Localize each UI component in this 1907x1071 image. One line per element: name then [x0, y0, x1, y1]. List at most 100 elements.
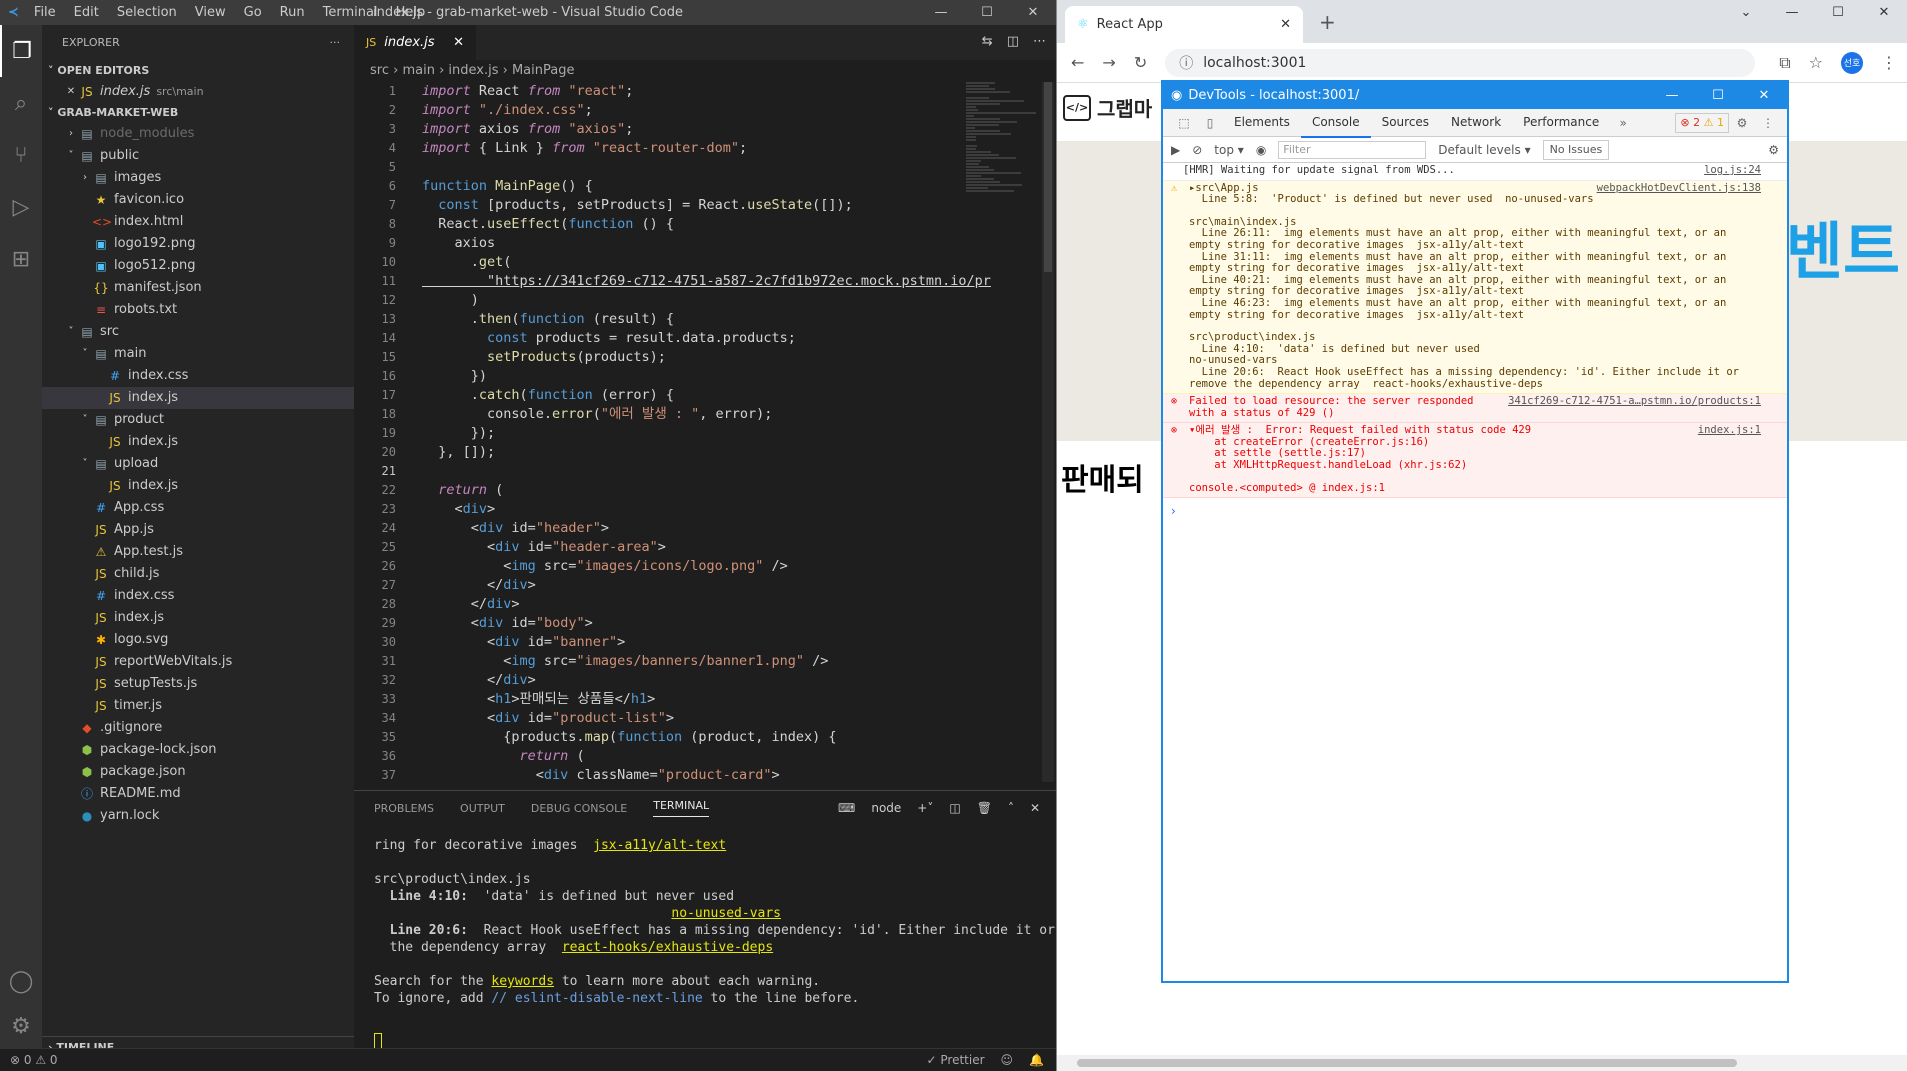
folder-item[interactable]: ˅ ▤ public	[42, 145, 354, 167]
code-line[interactable]: 10 .get(	[354, 253, 1054, 272]
maximize-button[interactable]: ☐	[1695, 88, 1741, 103]
rule-link[interactable]: react-hooks/exhaustive-deps	[562, 940, 773, 955]
file-item[interactable]: ● yarn.lock	[42, 805, 354, 827]
code-line[interactable]: 20 }, []);	[354, 443, 1054, 462]
folder-item[interactable]: ˅ ▤ product	[42, 409, 354, 431]
inspect-icon[interactable]: ⬚	[1171, 116, 1197, 130]
problems-count[interactable]: ⊗ 0 ⚠ 0	[10, 1053, 58, 1067]
maximize-button[interactable]: ☐	[1815, 0, 1861, 26]
run-debug-icon[interactable]: ▷	[0, 181, 42, 233]
message-source-link[interactable]: log.js:24	[1704, 164, 1761, 177]
code-line[interactable]: 26 <img src="images/icons/logo.png" />	[354, 557, 1054, 576]
code-line[interactable]: 5	[354, 158, 1054, 177]
tab-terminal[interactable]: TERMINAL	[653, 799, 710, 817]
code-line[interactable]: 29 <div id="body">	[354, 614, 1054, 633]
console-prompt[interactable]: ›	[1163, 498, 1787, 524]
file-item[interactable]: JS App.js	[42, 519, 354, 541]
eye-icon[interactable]: ◉	[1256, 143, 1266, 157]
gear-icon[interactable]: ⚙	[1729, 116, 1755, 130]
file-item[interactable]: ≡ robots.txt	[42, 299, 354, 321]
message-source-link[interactable]: index.js:1	[1698, 425, 1761, 437]
file-item[interactable]: JS index.js	[42, 607, 354, 629]
devtools-tab-network[interactable]: Network	[1440, 108, 1512, 138]
code-line[interactable]: 2 import "./index.css";	[354, 101, 1054, 120]
code-line[interactable]: 21	[354, 462, 1054, 481]
console-settings-icon[interactable]: ⚙	[1768, 143, 1779, 157]
devtools-tab-elements[interactable]: Elements	[1223, 108, 1301, 138]
shell-name[interactable]: node	[871, 801, 901, 815]
menu-icon[interactable]: ⋮	[1881, 53, 1897, 72]
breadcrumb-item[interactable]: index.js	[448, 63, 498, 78]
extensions-icon[interactable]: ⊞	[0, 233, 42, 285]
breadcrumb-item[interactable]: src	[370, 63, 389, 78]
open-editors-section[interactable]: ˅ OPEN EDITORS	[42, 61, 354, 81]
clear-console-icon[interactable]: ⊘	[1192, 143, 1202, 157]
terminal-output[interactable]: ring for decorative images jsx-a11y/alt-…	[354, 825, 1110, 1007]
menu-file[interactable]: File	[34, 5, 56, 20]
close-button[interactable]: ✕	[1010, 0, 1056, 25]
code-line[interactable]: 34 <div id="product-list">	[354, 709, 1054, 728]
more-icon[interactable]: ⋮	[1755, 116, 1781, 130]
file-item[interactable]: ✱ logo.svg	[42, 629, 354, 651]
code-line[interactable]: 11 "https://341cf269-c712-4751-a587-2c7f…	[354, 272, 1054, 291]
tab-index-js[interactable]: JS index.js ✕	[354, 25, 476, 60]
code-line[interactable]: 25 <div id="header-area">	[354, 538, 1054, 557]
code-line[interactable]: 9 axios	[354, 234, 1054, 253]
bell-icon[interactable]: 🔔	[1029, 1053, 1044, 1067]
context-select[interactable]: top ▾	[1214, 143, 1244, 157]
code-line[interactable]: 1 import React from "react";	[354, 82, 1054, 101]
code-line[interactable]: 36 return (	[354, 747, 1054, 766]
bookmark-star-icon[interactable]: ☆	[1809, 53, 1823, 72]
file-item[interactable]: {} manifest.json	[42, 277, 354, 299]
close-button[interactable]: ✕	[1741, 88, 1787, 103]
tab-search-icon[interactable]: ⌄	[1723, 0, 1769, 26]
code-line[interactable]: 6 function MainPage() {	[354, 177, 1054, 196]
file-item[interactable]: JS index.js	[42, 475, 354, 497]
file-item[interactable]: JS setupTests.js	[42, 673, 354, 695]
close-icon[interactable]: ✕	[1280, 17, 1291, 32]
search-icon[interactable]: ⌕	[0, 77, 42, 129]
scrollbar-thumb[interactable]	[1077, 1059, 1737, 1067]
code-line[interactable]: 18 console.error("에러 발생 : ", error);	[354, 405, 1054, 424]
file-item[interactable]: <> index.html	[42, 211, 354, 233]
devtools-tab-console[interactable]: Console	[1300, 108, 1371, 138]
sidebar-toggle-icon[interactable]: ▶	[1171, 143, 1180, 157]
split-terminal-icon[interactable]: ◫	[949, 801, 960, 815]
menu-edit[interactable]: Edit	[74, 5, 99, 20]
file-item[interactable]: # App.css	[42, 497, 354, 519]
tab-output[interactable]: OUTPUT	[460, 802, 505, 815]
menu-help[interactable]: Help	[396, 5, 426, 20]
menu-selection[interactable]: Selection	[117, 5, 177, 20]
new-terminal-icon[interactable]: +˅	[917, 801, 933, 815]
console-output[interactable]: log.js:24 [HMR] Waiting for update signal…	[1163, 163, 1787, 499]
tab-debug-console[interactable]: DEBUG CONSOLE	[531, 802, 627, 815]
rule-link[interactable]: jsx-a11y/alt-text	[593, 838, 726, 853]
address-bar[interactable]: ⓘ localhost:3001	[1165, 48, 1756, 77]
devtools-tab-performance[interactable]: Performance	[1512, 108, 1610, 138]
levels-select[interactable]: Default levels ▾	[1438, 143, 1530, 157]
folder-item[interactable]: ˅ ▤ upload	[42, 453, 354, 475]
file-item[interactable]: ⚠ App.test.js	[42, 541, 354, 563]
devtools-tab-sources[interactable]: Sources	[1371, 108, 1440, 138]
code-line[interactable]: 13 .then(function (result) {	[354, 310, 1054, 329]
issues-button[interactable]: No Issues	[1542, 139, 1610, 160]
code-line[interactable]: 8 React.useEffect(function () {	[354, 215, 1054, 234]
site-logo[interactable]: </> 그랩마	[1063, 93, 1152, 122]
menu-terminal[interactable]: Terminal	[323, 5, 378, 20]
code-line[interactable]: 27 </div>	[354, 576, 1054, 595]
file-item[interactable]: ⓘ README.md	[42, 783, 354, 805]
code-line[interactable]: 15 setProducts(products);	[354, 348, 1054, 367]
code-line[interactable]: 24 <div id="header">	[354, 519, 1054, 538]
new-tab-button[interactable]: +	[1319, 10, 1336, 34]
message-source-link[interactable]: 341cf269-c712-4751-a…pstmn.io/products:1	[1508, 395, 1761, 408]
file-item[interactable]: JS index.js	[42, 431, 354, 453]
back-icon[interactable]: ←	[1071, 53, 1084, 72]
console-message-err[interactable]: ⊗ 341cf269-c712-4751-a…pstmn.io/products:…	[1163, 394, 1787, 424]
code-line[interactable]: 28 </div>	[354, 595, 1054, 614]
more-tabs-icon[interactable]: »	[1610, 116, 1636, 130]
close-icon[interactable]: ✕	[1030, 801, 1040, 815]
breadcrumb-item[interactable]: MainPage	[512, 63, 575, 78]
code-editor[interactable]: 1 import React from "react"; 2 import "./in…	[354, 82, 1054, 782]
code-line[interactable]: 23 <div>	[354, 500, 1054, 519]
browser-tab[interactable]: ⚛ React App ✕	[1065, 6, 1303, 43]
